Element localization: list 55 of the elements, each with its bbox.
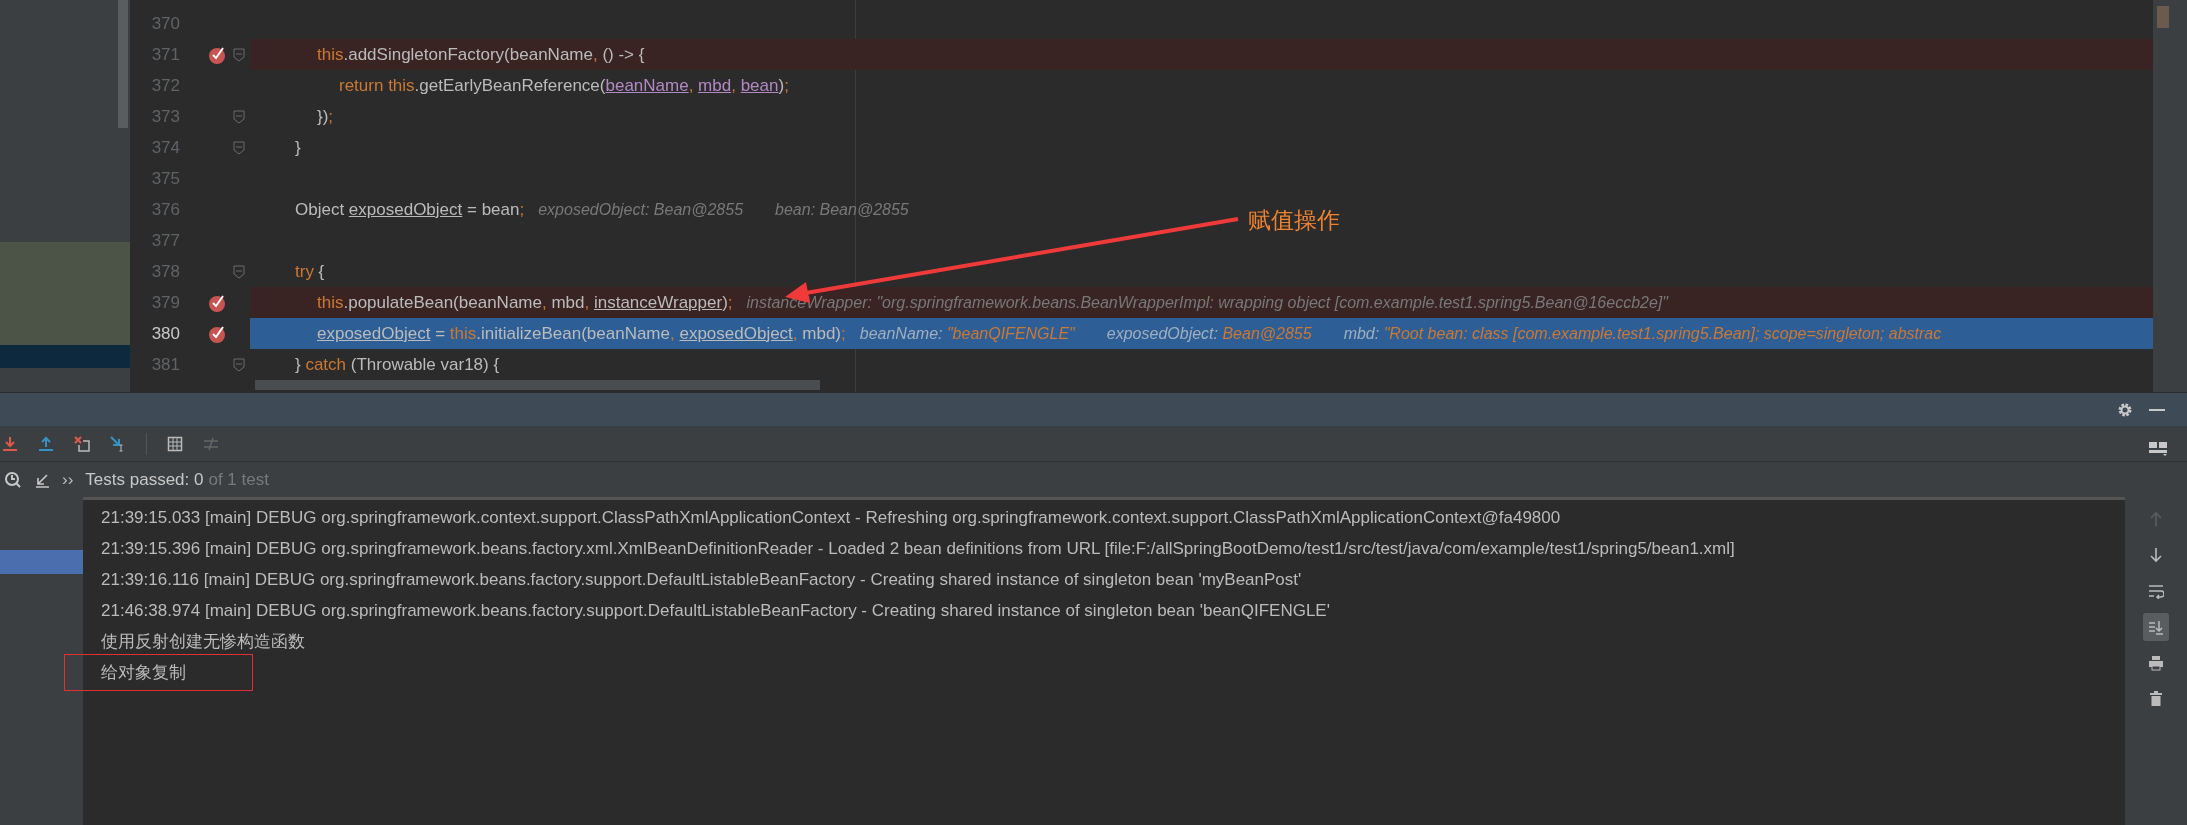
code-line: this.populateBean(beanName, mbd, instanceWrapper); xyxy=(317,292,733,313)
annotation-label: 赋值操作 xyxy=(1248,206,1340,235)
inline-value-hint: bean: Bean@2855 xyxy=(775,200,909,219)
fold-marker-icon[interactable] xyxy=(233,357,245,372)
close-tab-icon[interactable] xyxy=(74,435,90,452)
collapse-arrow-icon[interactable] xyxy=(34,471,50,488)
line-number: 377 xyxy=(150,230,180,252)
console-line: 21:46:38.974 [main] DEBUG org.springframework.beans.factory.support.DefaultListableBeanFactory - Creating shared instance of singleton bean 'beanQIFENGLE' xyxy=(101,600,1330,621)
cursor-arrow-icon[interactable] xyxy=(110,435,126,452)
inline-value-hint: exposedObject: Bean@2855 xyxy=(1106,324,1312,343)
code-line: Object exposedObject = bean; xyxy=(295,199,525,220)
scroll-end-tool-icon[interactable] xyxy=(2143,613,2169,641)
code-line: exposedObject = this.initializeBean(beanName, exposedObject, mbd); xyxy=(317,323,846,344)
inline-value-hint: exposedObject: Bean@2855 xyxy=(538,200,744,219)
more-chevron[interactable]: ›› xyxy=(62,469,74,490)
console-line: 21:39:15.033 [main] DEBUG org.springframework.context.support.ClassPathXmlApplicationContext - Refreshing org.springframework.context.support.ClassPathXmlApplicationContext@fa49800 xyxy=(101,507,1561,528)
console-line: 21:39:16.116 [main] DEBUG org.springframework.beans.factory.support.DefaultListableBeanFactory - Creating shared instance of singleton bean 'myBeanPost' xyxy=(101,569,1302,590)
layout-icon[interactable] xyxy=(2149,442,2167,456)
import-icon[interactable] xyxy=(2,435,18,452)
line-number: 374 xyxy=(150,137,180,159)
fold-marker-icon[interactable] xyxy=(233,140,245,155)
table-icon[interactable] xyxy=(167,435,183,452)
console-line: 给对象复制 xyxy=(65,655,252,690)
test-count: of 1 test xyxy=(208,469,269,490)
code-line: } xyxy=(295,137,301,158)
line-number: 380 xyxy=(150,323,180,345)
line-number: 378 xyxy=(150,261,180,283)
line-number: 373 xyxy=(150,106,180,128)
console-line: 21:39:15.396 [main] DEBUG org.springframework.beans.factory.xml.XmlBeanDefinitionReader - Loaded 2 bean definitions from URL [file:F:/allSpringBootDemo/test1/src/test/java/com/example/test1/spring5/bean1.xml] xyxy=(101,538,1735,559)
fold-marker-icon[interactable] xyxy=(233,264,245,279)
inline-value-hint: instanceWrapper: "org.springframework.beans.BeanWrapperImpl: wrapping object [com.example.test1.spring5.Bean@16eccb2e]" xyxy=(746,293,1668,312)
code-line: return this.getEarlyBeanReference(beanName, mbd, bean); xyxy=(339,75,789,96)
line-number: 371 xyxy=(150,44,180,66)
line-number: 376 xyxy=(150,199,180,221)
horizontal-scrollbar[interactable] xyxy=(255,380,820,390)
scrollbar-thumb[interactable] xyxy=(118,0,128,128)
fold-marker-icon[interactable] xyxy=(233,47,245,62)
line-number: 370 xyxy=(150,13,180,35)
code-line: try { xyxy=(295,261,325,282)
code-line: }); xyxy=(317,106,334,127)
inline-value-hint: mbd: "Root bean: class [com.example.test1.spring5.Bean]; scope=singleton; abstrac xyxy=(1343,324,1942,343)
line-number: 375 xyxy=(150,168,180,190)
test-status: Tests passed: 0 xyxy=(85,469,204,490)
stripe-marker-icon[interactable] xyxy=(2157,6,2169,28)
inline-value-hint: beanName: "beanQIFENGLE" xyxy=(859,324,1075,343)
export-icon[interactable] xyxy=(38,435,54,452)
settings-icon[interactable] xyxy=(2117,401,2133,418)
code-line: this.addSingletonFactory(beanName, () -> { xyxy=(317,44,645,65)
code-line: } catch (Throwable var18) { xyxy=(295,354,500,375)
line-number: 379 xyxy=(150,292,180,314)
history-icon[interactable] xyxy=(4,470,22,489)
console-line: 使用反射创建无惨构造函数 xyxy=(101,631,305,653)
fold-marker-icon[interactable] xyxy=(233,109,245,124)
line-number: 372 xyxy=(150,75,180,97)
line-number: 381 xyxy=(150,354,180,376)
